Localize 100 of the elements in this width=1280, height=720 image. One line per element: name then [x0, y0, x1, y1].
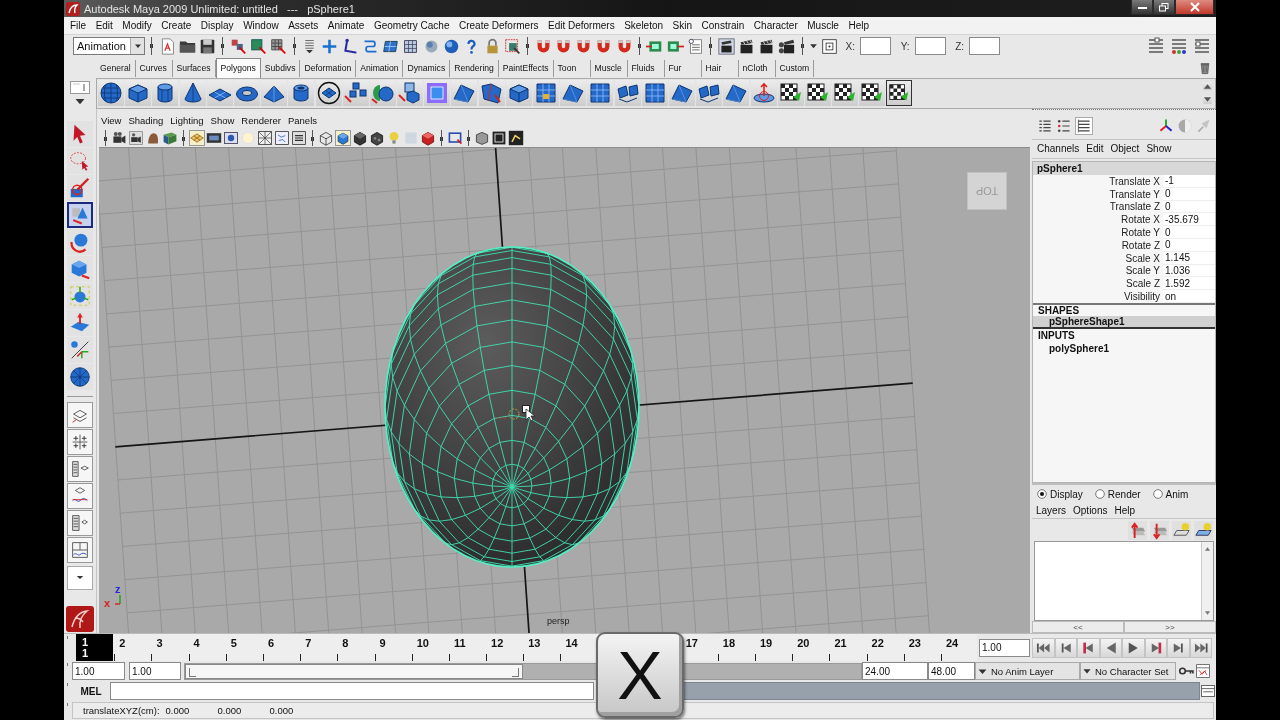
shelf-tab[interactable]: Hair: [701, 59, 739, 77]
channel-field[interactable]: on: [1163, 290, 1215, 303]
shelf-tab[interactable]: Deformation: [300, 59, 357, 77]
frame-number[interactable]: 5: [229, 637, 238, 649]
clapperboard-icon[interactable]: [717, 37, 735, 55]
skip-to-start-icon[interactable]: [1032, 637, 1055, 658]
checker-icon[interactable]: [859, 80, 886, 107]
frame-number[interactable]: 13: [527, 637, 542, 649]
node-item[interactable]: polySphere1: [1033, 341, 1215, 355]
gizmo-icon[interactable]: [67, 282, 93, 309]
sphere-icon[interactable]: [443, 37, 461, 55]
menu-item[interactable]: Create Deformers: [459, 19, 539, 31]
cut-face-icon[interactable]: [478, 80, 505, 107]
anim-layer-dropdown[interactable]: No Anim Layer: [975, 662, 1080, 680]
maximize-button[interactable]: [1153, 0, 1175, 15]
channel-name[interactable]: Translate X: [1033, 175, 1163, 187]
menu-item[interactable]: Create: [161, 19, 192, 31]
quads-icon[interactable]: [696, 80, 723, 107]
coordinate-field[interactable]: [860, 37, 892, 56]
layer-menu-item[interactable]: Help: [1114, 505, 1136, 516]
frame-number[interactable]: 20: [796, 637, 811, 649]
box-curve-icon[interactable]: [1195, 663, 1211, 679]
frame-number[interactable]: 17: [684, 637, 699, 649]
joint-chain-icon[interactable]: [341, 37, 359, 55]
menu-item[interactable]: Edit: [95, 19, 113, 31]
frame-number[interactable]: 24: [944, 637, 960, 649]
frame-number[interactable]: 14: [564, 637, 579, 649]
radio-icon[interactable]: [1152, 489, 1163, 499]
shelf-tab[interactable]: Surfaces: [172, 59, 216, 77]
channel-menu-item[interactable]: Channels: [1037, 143, 1080, 155]
document-list-icon[interactable]: [686, 37, 704, 55]
channel-name[interactable]: Rotate X: [1033, 214, 1163, 226]
wireframe-cube-icon[interactable]: [318, 129, 334, 146]
camera-icon[interactable]: [111, 129, 127, 146]
skip-to-end-icon[interactable]: [1189, 637, 1212, 658]
coordinate-field[interactable]: [969, 37, 1001, 56]
command-field[interactable]: [110, 682, 594, 700]
caret-icon[interactable]: [74, 96, 86, 106]
frame-number[interactable]: 12: [490, 637, 505, 649]
list-dots-icon[interactable]: [1056, 118, 1072, 135]
minimize-button[interactable]: [1131, 0, 1153, 15]
range-bar[interactable]: [185, 663, 523, 679]
caret-up-icon[interactable]: [1203, 82, 1212, 91]
frame-number[interactable]: 7: [304, 637, 313, 649]
shelf-tab[interactable]: Fur: [664, 59, 702, 77]
clapperboard-icon[interactable]: [778, 37, 796, 55]
channel-menu-item[interactable]: Show: [1146, 143, 1172, 155]
shelf-tab[interactable]: Muscle: [590, 59, 628, 77]
sphere-icon[interactable]: [98, 80, 124, 107]
boxes-cursor-icon[interactable]: [229, 37, 247, 55]
frame-number[interactable]: 9: [378, 637, 387, 649]
lines-dots-icon[interactable]: [1169, 36, 1189, 57]
pipe-icon[interactable]: [288, 80, 315, 107]
squiggle-box-icon[interactable]: [274, 129, 290, 146]
shelf-tab[interactable]: Custom: [775, 59, 815, 77]
menu-item[interactable]: Modify: [122, 19, 152, 31]
frame-number[interactable]: 22: [870, 637, 885, 649]
menu-item[interactable]: Skin: [672, 19, 693, 31]
close-button[interactable]: [1175, 0, 1214, 15]
menu-item[interactable]: Muscle: [807, 19, 839, 31]
outliner-pane-icon[interactable]: [67, 455, 93, 482]
four-pane-icon[interactable]: [67, 428, 93, 455]
split-pane-icon[interactable]: [67, 536, 93, 563]
menu-item[interactable]: Window: [243, 19, 279, 31]
dark-cube-icon[interactable]: [369, 129, 385, 146]
box-cursor-icon[interactable]: [250, 37, 268, 55]
shelf-tab[interactable]: Curves: [135, 59, 173, 77]
node-item[interactable]: pSphereShape1: [1033, 315, 1215, 329]
layer-mode-radio[interactable]: Display: [1037, 488, 1083, 500]
channel-menu-item[interactable]: Object: [1110, 143, 1140, 155]
prism-icon[interactable]: [261, 80, 288, 107]
shelf-tab[interactable]: Toon: [553, 59, 591, 77]
frame-number[interactable]: 11: [452, 637, 467, 649]
glowing-cube-icon[interactable]: [424, 80, 451, 107]
list-icon[interactable]: [1075, 117, 1093, 136]
cube-icon[interactable]: [420, 129, 436, 146]
menu-item[interactable]: Character: [753, 19, 798, 31]
shelf-tab[interactable]: Subdivs: [260, 59, 301, 77]
layer-menu-item[interactable]: Options: [1073, 505, 1108, 516]
menu-item[interactable]: Animate: [327, 19, 365, 31]
grid-face-icon[interactable]: [533, 80, 559, 107]
graph-pane-icon[interactable]: [67, 482, 93, 509]
list-pane-icon[interactable]: [67, 509, 93, 536]
frame-number[interactable]: 18: [721, 637, 737, 649]
single-pane-icon[interactable]: [67, 401, 93, 428]
pager-button[interactable]: <<: [1032, 621, 1124, 633]
channel-name[interactable]: Scale X: [1033, 252, 1163, 264]
channel-name[interactable]: Translate Y: [1033, 188, 1163, 200]
cube-icon[interactable]: [125, 80, 152, 107]
channel-name[interactable]: Scale Y: [1033, 265, 1163, 277]
channel-field[interactable]: 0: [1163, 226, 1215, 239]
dark-cube-icon[interactable]: [352, 129, 368, 146]
channel-menu-item[interactable]: Edit: [1086, 143, 1104, 155]
cube-icon[interactable]: [162, 129, 178, 146]
shelf-tab[interactable]: Dynamics: [403, 59, 451, 77]
caret-down-icon[interactable]: [1203, 96, 1212, 105]
checker-icon[interactable]: [832, 80, 859, 107]
channel-name[interactable]: Translate Z: [1033, 201, 1163, 213]
marquee-icon[interactable]: [447, 129, 463, 146]
camera-icon[interactable]: [128, 129, 144, 146]
